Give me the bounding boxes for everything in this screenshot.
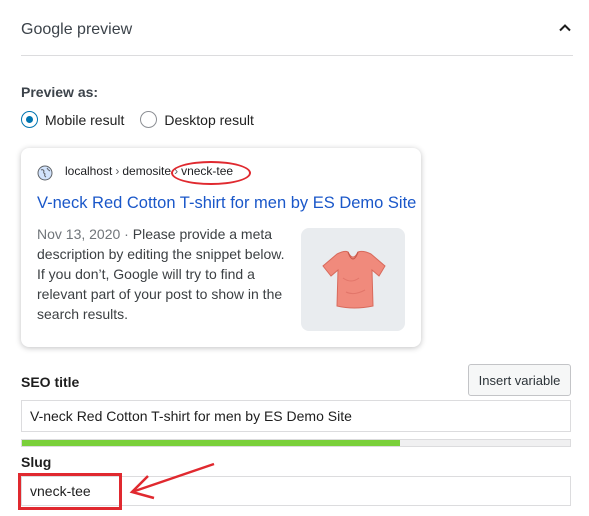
slug-label: Slug [21, 454, 52, 470]
mobile-result-label[interactable]: Mobile result [45, 112, 124, 128]
google-preview-header[interactable]: Google preview [21, 18, 573, 56]
breadcrumb-separator: › [115, 164, 120, 178]
annotation-arrow [129, 462, 215, 500]
tshirt-image [322, 250, 386, 309]
desktop-result-label[interactable]: Desktop result [164, 112, 253, 128]
annotation-circle [171, 161, 251, 185]
progress-fill [22, 440, 401, 446]
snippet-title-link[interactable]: V-neck Red Cotton T-shirt for men by ES … [37, 194, 416, 213]
snippet-date-separator: · [120, 226, 133, 242]
desktop-result-radio[interactable] [140, 111, 158, 128]
snippet-date: Nov 13, 2020 [37, 226, 121, 242]
seo-title-length-progress [21, 439, 571, 447]
globe-icon [37, 165, 53, 181]
chevron-up-icon[interactable] [557, 20, 573, 36]
seo-title-input[interactable]: V-neck Red Cotton T-shirt for men by ES … [21, 400, 571, 432]
product-thumbnail [301, 228, 405, 331]
snippet-description: Nov 13, 2020 · Please provide a meta des… [37, 224, 287, 324]
section-title: Google preview [21, 21, 133, 38]
breadcrumb-site: demosite [122, 164, 172, 178]
google-snippet-card: localhost › demosite › vneck-tee V-neck Red … [21, 148, 421, 347]
insert-variable-button[interactable]: Insert variable [468, 364, 571, 396]
annotation-box [18, 473, 122, 510]
preview-as-label: Preview as: [21, 84, 99, 100]
breadcrumb-host: localhost [65, 164, 113, 178]
preview-mode-radio-group: Mobile result Desktop result [21, 111, 270, 128]
seo-title-label: SEO title [21, 374, 80, 390]
mobile-result-radio[interactable] [21, 111, 38, 128]
